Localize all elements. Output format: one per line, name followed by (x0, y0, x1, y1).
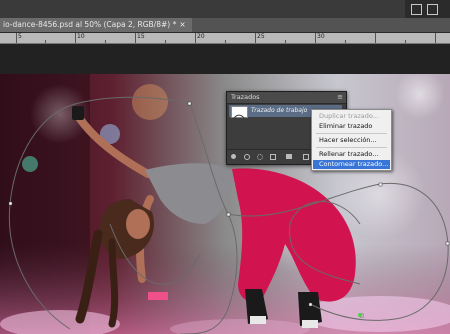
ruler-tick (375, 33, 376, 43)
context-menu: Duplicar trazado... Eliminar trazado Hac… (311, 109, 392, 171)
ruler-label: 20 (197, 33, 205, 40)
menu-item-delete-path[interactable]: Eliminar trazado (313, 122, 390, 131)
ruler-tick (435, 33, 436, 43)
add-mask-icon[interactable] (286, 154, 292, 159)
ruler-tick (105, 40, 106, 43)
panel-menu-icon[interactable]: ≡ (337, 92, 343, 103)
ruler-label: 25 (257, 33, 265, 40)
ruler-tick (405, 40, 406, 43)
fill-path-icon[interactable] (231, 154, 236, 159)
menu-separator (316, 133, 387, 134)
paths-panel-header: Trazados ≡ (227, 92, 346, 104)
document-tab[interactable]: io-dance-8456.psd al 50% (Capa 2, RGB/8#… (0, 18, 192, 32)
ruler-tick (255, 33, 256, 43)
stroke-path-icon[interactable] (244, 154, 250, 160)
path-name: Trazado de trabajo (251, 107, 308, 114)
ruler-tick (315, 33, 316, 43)
menu-item-stroke-path[interactable]: Contornear trazado... (313, 160, 390, 169)
path-thumbnail-icon (233, 114, 245, 120)
workspace-switcher[interactable] (405, 0, 450, 18)
make-path-icon[interactable] (270, 154, 276, 160)
active-anchor[interactable] (358, 313, 362, 317)
ruler-label: 5 (18, 33, 22, 40)
ruler-tick (225, 40, 226, 43)
pasteboard-area (0, 44, 450, 74)
app-menu-bar (0, 0, 450, 18)
ruler-label: 10 (77, 33, 85, 40)
load-selection-icon[interactable] (257, 154, 263, 160)
ruler-tick (345, 40, 346, 43)
close-icon[interactable]: × (179, 20, 185, 29)
document-title: io-dance-8456.psd al 50% (Capa 2, RGB/8#… (3, 20, 177, 29)
menu-item-duplicate-path[interactable]: Duplicar trazado... (313, 112, 390, 121)
ruler-tick (285, 40, 286, 43)
ruler-tick (16, 33, 17, 43)
menu-separator (316, 147, 387, 148)
screen-mode-icon[interactable] (427, 4, 438, 15)
document-tab-bar: io-dance-8456.psd al 50% (Capa 2, RGB/8#… (0, 18, 450, 33)
ruler-tick (195, 33, 196, 43)
ruler-tick (165, 40, 166, 43)
ruler-label: 15 (137, 33, 145, 40)
path-thumbnail (231, 106, 248, 120)
new-path-icon[interactable] (303, 154, 309, 160)
ruler-tick (45, 40, 46, 43)
ruler-tick (135, 33, 136, 43)
arrange-documents-icon[interactable] (411, 4, 422, 15)
horizontal-ruler: 5 10 15 20 25 30 (0, 33, 450, 44)
ruler-label: 30 (317, 33, 325, 40)
ruler-tick (75, 33, 76, 43)
paths-panel-title[interactable]: Trazados (231, 93, 260, 101)
menu-item-fill-path[interactable]: Rellenar trazado... (313, 150, 390, 159)
menu-item-make-selection[interactable]: Hacer selección... (313, 136, 390, 145)
